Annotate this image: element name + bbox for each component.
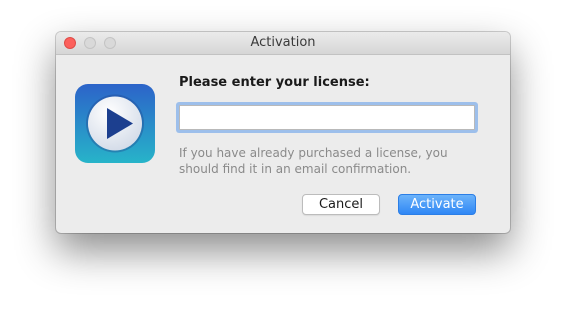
- cancel-button[interactable]: Cancel: [302, 194, 380, 215]
- license-prompt: Please enter your license:: [179, 75, 370, 90]
- license-input[interactable]: [179, 105, 475, 130]
- title-bar[interactable]: Activation: [56, 32, 510, 55]
- activation-window: Activation Please enter your license: If…: [56, 32, 510, 233]
- play-icon: [75, 84, 155, 163]
- activate-button[interactable]: Activate: [398, 194, 476, 215]
- window-title: Activation: [250, 35, 316, 50]
- helper-text: If you have already purchased a license,…: [179, 146, 448, 176]
